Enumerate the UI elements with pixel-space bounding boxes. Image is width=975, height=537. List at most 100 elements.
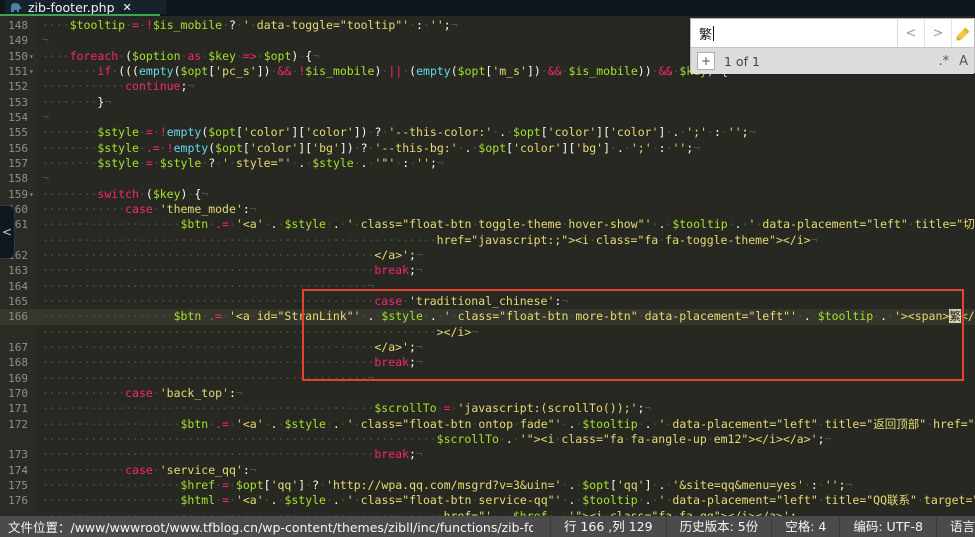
code-text: ····$tooltip·=·!$is_mobile·?·'·data-togg…: [42, 18, 458, 33]
highlight-all-button[interactable]: [952, 19, 974, 47]
code-text: ¬: [42, 33, 49, 48]
code-text: ········································…: [42, 279, 374, 294]
line-number: 149: [0, 33, 28, 48]
code-text: ········································…: [42, 263, 423, 278]
line-number: 150: [0, 49, 28, 64]
search-query: 繁: [699, 24, 712, 43]
code-text: ········································…: [42, 294, 568, 309]
code-text: ···················$btn·.=·'<a·id="Stran…: [42, 309, 975, 324]
code-text: ············case·'service_qq':¬: [42, 463, 257, 478]
code-line[interactable]: 166 ···················$btn·.=·'<a·id="St…: [0, 309, 975, 324]
line-number: [0, 432, 28, 447]
code-text: ········$style·.=·!empty($opt['color']['…: [42, 141, 700, 156]
regex-toggle[interactable]: .*: [938, 54, 949, 69]
code-line[interactable]: 161····················$btn·.=·'<a'·.·$s…: [0, 217, 975, 232]
code-text: ····················$href·=·$opt['qq']·?…: [42, 478, 852, 493]
code-line[interactable]: 155 ········$style·=·!empty($opt['color']…: [0, 125, 975, 140]
fold-arrow-icon[interactable]: ▾: [29, 64, 34, 79]
sidebar-collapse-handle[interactable]: <: [0, 205, 15, 259]
line-number: 171: [0, 401, 28, 416]
line-number: 157: [0, 156, 28, 171]
next-match-button[interactable]: >: [925, 19, 952, 47]
cursor-position: 行 166 ,列 129: [550, 516, 666, 537]
code-text: ········································…: [42, 340, 423, 355]
code-line[interactable]: 170············case·'back_top':¬: [0, 386, 975, 401]
chevron-left-icon: <: [2, 225, 12, 239]
code-line-wrap[interactable]: ········································…: [0, 233, 975, 248]
line-number: 159: [0, 187, 28, 202]
line-number: 174: [0, 463, 28, 478]
history-versions: 历史版本: 5份: [666, 516, 772, 537]
active-tab-underline: [0, 14, 160, 16]
line-number: 173: [0, 447, 28, 462]
expand-search-button[interactable]: +: [697, 52, 715, 70]
code-text: ¬: [42, 171, 49, 186]
close-icon[interactable]: ✕: [123, 1, 132, 14]
line-number: 170: [0, 386, 28, 401]
file-location: 文件位置：/www/wwwroot/www.tfblog.cn/wp-conte…: [0, 517, 533, 536]
tab-title: zib-footer.php: [28, 0, 115, 15]
line-number: 172: [0, 417, 28, 432]
code-line[interactable]: 167·····································…: [0, 340, 975, 355]
code-line[interactable]: 176····················$html·=·'<a'·.·$s…: [0, 493, 975, 508]
code-text: ········································…: [42, 248, 423, 263]
code-line[interactable]: 157········$style·=·$style·?·'·style="'·…: [0, 156, 975, 171]
code-line-wrap[interactable]: ········································…: [0, 509, 975, 517]
tab-zib-footer[interactable]: zib-footer.php ✕: [5, 0, 166, 14]
code-text: ········switch·($key)·{¬: [42, 187, 208, 202]
line-number: 156: [0, 141, 28, 156]
code-text: ····foreach·($option·as·$key·=>·$opt)·{¬: [42, 49, 319, 64]
code-line[interactable]: 171 ·····································…: [0, 401, 975, 416]
code-text: ········································…: [42, 401, 651, 416]
code-line[interactable]: 159▾ ········switch·($key)·{¬: [0, 187, 975, 202]
code-line[interactable]: 173 ·····································…: [0, 447, 975, 462]
encoding: 编码: UTF-8: [839, 516, 936, 537]
line-number: 163: [0, 263, 28, 278]
code-line[interactable]: 153········}¬: [0, 95, 975, 110]
line-number: 148: [0, 18, 28, 33]
text-caret: [713, 26, 714, 41]
code-text: ········if·(((empty($opt['pc_s'])·&&·!$i…: [42, 64, 735, 79]
code-line[interactable]: 154¬: [0, 110, 975, 125]
line-number: 165: [0, 294, 28, 309]
code-text: ····················$btn·.=·'<a'·.·$styl…: [42, 417, 975, 432]
code-text: ········································…: [42, 509, 797, 517]
fold-arrow-icon[interactable]: ▾: [29, 49, 34, 64]
line-number: [0, 509, 28, 517]
code-line[interactable]: 162·····································…: [0, 248, 975, 263]
line-number: 151: [0, 64, 28, 79]
code-text: ········································…: [42, 233, 818, 248]
code-line[interactable]: 163 ·····································…: [0, 263, 975, 278]
prev-match-button[interactable]: <: [898, 19, 925, 47]
line-number: 166: [0, 309, 28, 324]
code-line[interactable]: 169·····································…: [0, 371, 975, 386]
language: 语言: [936, 516, 975, 537]
code-text: ········································…: [42, 447, 423, 462]
code-line[interactable]: 175 ····················$href·=·$opt['qq'…: [0, 478, 975, 493]
code-line[interactable]: 164 ·····································…: [0, 279, 975, 294]
code-line[interactable]: 172 ····················$btn·.=·'<a'·.·$s…: [0, 417, 975, 432]
code-line[interactable]: 165 ·····································…: [0, 294, 975, 309]
code-line[interactable]: 152············continue;¬: [0, 79, 975, 94]
code-text: ········································…: [42, 355, 423, 370]
match-count: 1 of 1: [724, 54, 760, 69]
fold-arrow-icon[interactable]: ▾: [29, 187, 34, 202]
code-line-wrap[interactable]: ········································…: [0, 325, 975, 340]
code-text: ¬: [42, 110, 49, 125]
search-input[interactable]: 繁: [691, 19, 898, 47]
php-elephant-icon: [9, 2, 22, 13]
line-number: 155: [0, 125, 28, 140]
code-line[interactable]: 156 ········$style·.=·!empty($opt['color'…: [0, 141, 975, 156]
line-number: 175: [0, 478, 28, 493]
line-number: 168: [0, 355, 28, 370]
code-editor[interactable]: 148 ····$tooltip·=·!$is_mobile·?·'·data-t…: [0, 16, 975, 516]
code-line[interactable]: 168 ·····································…: [0, 355, 975, 370]
line-number: 164: [0, 279, 28, 294]
case-sensitive-toggle[interactable]: A: [959, 54, 968, 69]
code-line[interactable]: 174 ············case·'service_qq':¬: [0, 463, 975, 478]
code-line-wrap[interactable]: ········································…: [0, 432, 975, 447]
code-line[interactable]: 160············case·'theme_mode':¬: [0, 202, 975, 217]
code-text: ····················$btn·.=·'<a'·.·$styl…: [42, 217, 975, 232]
code-line[interactable]: 158¬: [0, 171, 975, 186]
code-text: ········$style·=·!empty($opt['color']['c…: [42, 125, 756, 140]
